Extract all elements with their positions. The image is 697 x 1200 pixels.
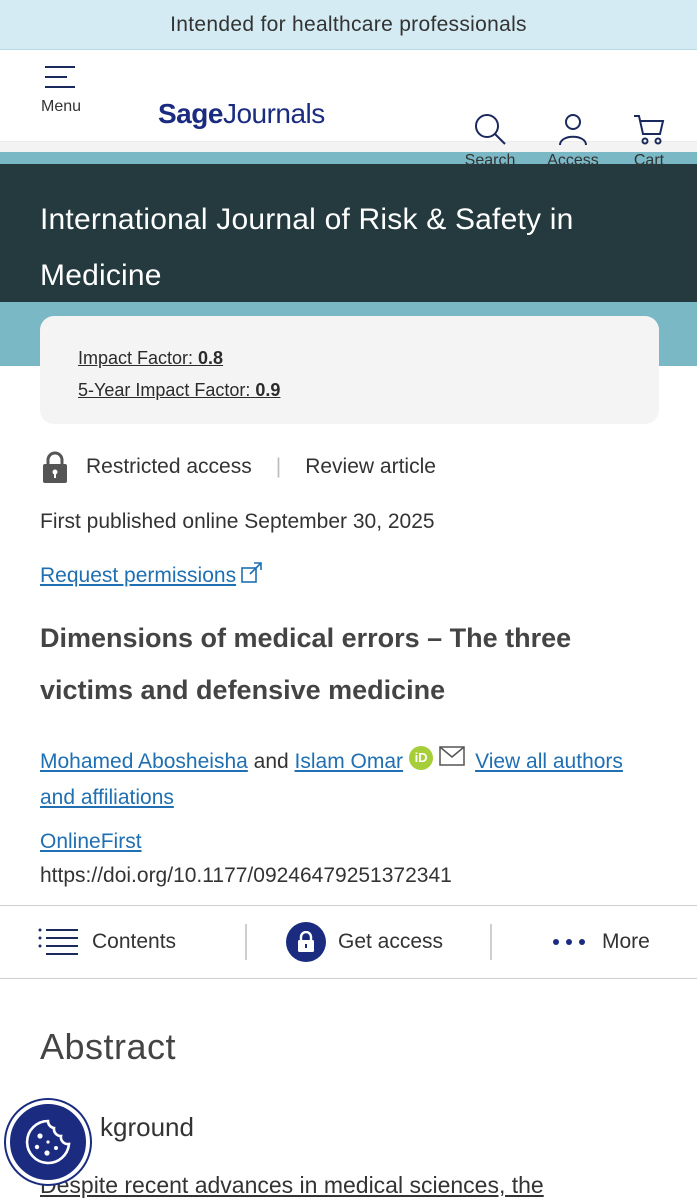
site-header: Menu SageJournals Search Access Cart [0,50,697,169]
cart-button[interactable]: Cart [626,112,672,170]
online-first-link[interactable]: OnlineFirst [40,830,142,854]
five-year-value: 0.9 [255,380,281,400]
hamburger-icon [45,66,77,88]
impact-factor-link[interactable]: Impact Factor: 0.8 [78,342,621,374]
access-label: Access [547,152,599,169]
five-year-label: 5-Year Impact Factor: [78,380,251,400]
external-link-icon [241,562,262,583]
author-link-omar[interactable]: Islam Omar [295,750,404,773]
impact-factor-card: Impact Factor: 0.8 5-Year Impact Factor:… [40,316,659,424]
logo-sage: Sage [158,98,223,129]
orcid-icon[interactable]: iD [409,746,434,770]
author-list: Mohamed Abosheisha and Islam Omar iD View… [40,744,660,816]
logo-journals: Journals [222,98,325,129]
toolbar-divider [245,924,247,960]
meta-separator: | [275,455,282,478]
user-icon [559,114,587,146]
cookie-icon [25,1119,71,1165]
background-subheading: kground [100,1112,194,1143]
abstract-heading: Abstract [40,1026,177,1067]
article-toolbar: Contents Get access More [0,905,697,979]
cart-icon [634,115,665,145]
menu-button[interactable]: Menu [38,66,84,116]
author-link-abosheisha[interactable]: Mohamed Abosheisha [40,750,248,773]
contents-button[interactable]: Contents [38,927,176,957]
impact-factor-label: Impact Factor: [78,348,194,368]
author-conjunction: and [253,750,289,773]
request-permissions-label: Request permissions [40,564,237,587]
menu-label: Menu [40,98,82,115]
access-button[interactable]: Access [544,112,602,170]
more-button[interactable]: More [552,930,650,954]
search-icon [475,114,506,145]
sage-journals-logo[interactable]: SageJournals [158,98,325,130]
cookie-settings-button[interactable] [6,1100,90,1184]
mail-icon[interactable] [439,746,465,766]
article-meta-row: Restricted access | Review article [40,450,436,484]
more-label: More [602,930,650,953]
contents-list-icon [38,928,78,955]
get-access-button[interactable]: Get access [286,922,443,962]
article-type: Review article [305,455,436,478]
background-subheading-text: kground [100,1112,194,1142]
publication-date: First published online September 30, 202… [40,510,435,533]
toolbar-divider [490,924,492,960]
banner-text: Intended for healthcare professionals [170,12,527,36]
doi-text[interactable]: https://doi.org/10.1177/0924647925137234… [40,864,452,888]
professional-banner: Intended for healthcare professionals [0,0,697,50]
contents-label: Contents [92,930,177,953]
cart-label: Cart [633,152,665,169]
access-type: Restricted access [86,455,252,478]
abstract-first-line: Despite recent advances in medical scien… [40,1172,544,1198]
lock-icon [43,451,67,483]
get-access-label: Get access [338,930,444,953]
five-year-impact-factor-link[interactable]: 5-Year Impact Factor: 0.9 [78,374,621,406]
search-button[interactable]: Search [462,112,518,170]
lock-circle-icon [286,922,326,962]
impact-factor-value: 0.8 [198,348,224,368]
search-label: Search [464,152,516,169]
request-permissions-link[interactable]: Request permissions [40,562,264,588]
journal-title[interactable]: International Journal of Risk & Safety i… [40,203,573,292]
more-dots-icon [553,939,585,945]
article-title: Dimensions of medical errors – The three… [40,623,572,705]
journal-title-band: International Journal of Risk & Safety i… [0,164,697,302]
